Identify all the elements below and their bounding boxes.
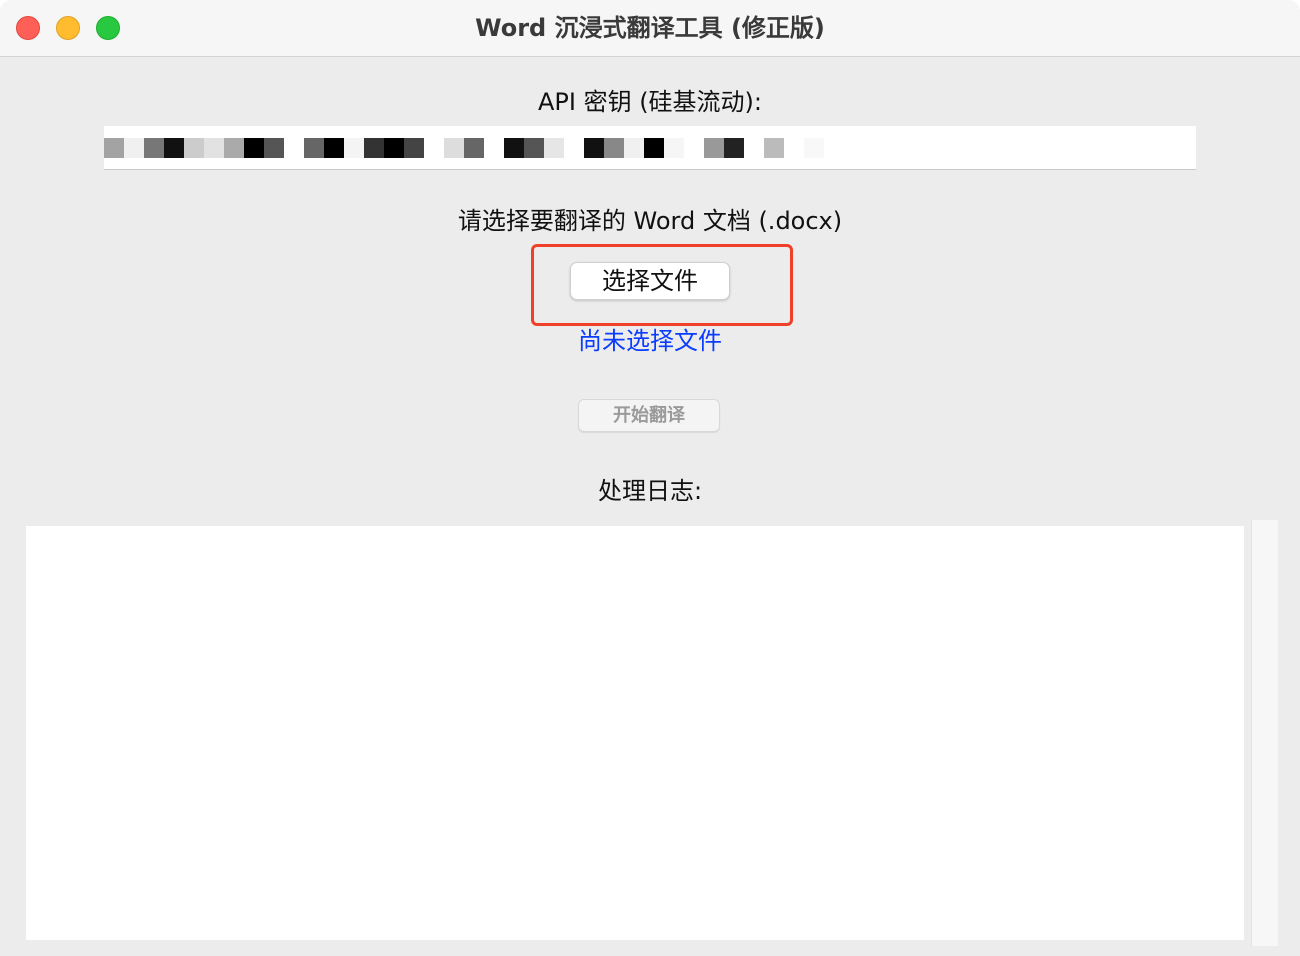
- title-bar: Word 沉浸式翻译工具 (修正版): [0, 0, 1300, 57]
- log-textarea[interactable]: [26, 526, 1244, 940]
- log-scrollbar[interactable]: [1251, 520, 1278, 946]
- app-window: Word 沉浸式翻译工具 (修正版) API 密钥 (硅基流动): 请选择要翻译…: [0, 0, 1300, 956]
- start-translation-button[interactable]: 开始翻译: [578, 399, 720, 432]
- api-key-label: API 密钥 (硅基流动):: [537, 88, 763, 116]
- redacted-api-key-mosaic: [104, 138, 824, 158]
- log-label: 处理日志:: [597, 477, 703, 505]
- document-prompt: 请选择要翻译的 Word 文档 (.docx): [457, 207, 843, 235]
- file-status-text: 尚未选择文件: [578, 327, 722, 355]
- window-title: Word 沉浸式翻译工具 (修正版): [475, 14, 825, 42]
- choose-file-button[interactable]: 选择文件: [570, 262, 730, 300]
